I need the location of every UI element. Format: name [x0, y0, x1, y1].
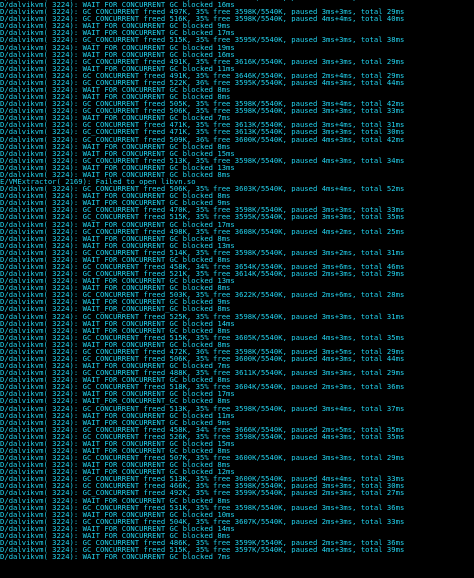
log-line: D/dalvikvm( 3224): GC_CONCURRENT freed 5… [0, 517, 405, 525]
log-line: D/dalvikvm( 3224): GC_CONCURRENT freed 4… [0, 539, 405, 547]
log-line: D/dalvikvm( 3224): GC_CONCURRENT freed 5… [0, 546, 405, 554]
log-line: D/dalvikvm( 3224): WAIT_FOR_CONCURRENT_G… [0, 468, 235, 476]
log-line: D/dalvikvm( 3224): GC_CONCURRENT freed 5… [0, 475, 405, 483]
log-line: D/dalvikvm( 3224): WAIT_FOR_CONCURRENT_G… [0, 234, 231, 242]
log-line: D/dalvikvm( 3224): WAIT_FOR_CONCURRENT_G… [0, 277, 235, 285]
log-line: D/dalvikvm( 3224): GC_CONCURRENT freed 5… [0, 248, 405, 256]
log-line: D/dalvikvm( 3224): GC_CONCURRENT freed 4… [0, 489, 405, 497]
log-line: D/dalvikvm( 3224): WAIT_FOR_CONCURRENT_G… [0, 553, 231, 561]
log-line: D/dalvikvm( 3224): WAIT_FOR_CONCURRENT_G… [0, 510, 235, 518]
log-line: D/dalvikvm( 3224): GC_CONCURRENT freed 4… [0, 369, 405, 377]
log-line: D/dalvikvm( 3224): GC_CONCURRENT freed 5… [0, 107, 405, 115]
log-line: D/dalvikvm( 3224): GC_CONCURRENT freed 4… [0, 206, 405, 214]
log-line: D/dalvikvm( 3224): GC_CONCURRENT freed 4… [0, 482, 405, 490]
log-line: D/dalvikvm( 3224): WAIT_FOR_CONCURRENT_G… [0, 29, 235, 37]
log-line: D/dalvikvm( 3224): GC_CONCURRENT freed 5… [0, 213, 405, 221]
log-line: D/dalvikvm( 3224): WAIT_FOR_CONCURRENT_G… [0, 305, 231, 313]
log-line: D/dalvikvm( 3224): WAIT_FOR_CONCURRENT_G… [0, 93, 231, 101]
log-line: D/dalvikvm( 3224): WAIT_FOR_CONCURRENT_G… [0, 298, 231, 306]
console-output: D/dalvikvm( 3224): GC_CONCURRENT freed 5… [0, 0, 474, 560]
log-line: D/dalvikvm( 3224): WAIT_FOR_CONCURRENT_G… [0, 114, 231, 122]
log-line: D/dalvikvm( 3224): GC_CONCURRENT freed 5… [0, 354, 405, 363]
log-line: D/dalvikvm( 3224): WAIT_FOR_CONCURRENT_G… [0, 170, 231, 179]
log-line: D/dalvikvm( 3224): GC_CONCURRENT freed 5… [0, 78, 405, 87]
log-line: D/dalvikvm( 3224): GC_CONCURRENT freed 5… [0, 312, 405, 320]
log-line: D/dalvikvm( 3224): GC_CONCURRENT freed 4… [0, 227, 405, 235]
log-line: D/dalvikvm( 3224): WAIT_FOR_CONCURRENT_G… [0, 284, 231, 292]
log-line: D/dalvikvm( 3224): WAIT_FOR_CONCURRENT_G… [0, 86, 231, 94]
log-line: D/dalvikvm( 3224): WAIT_FOR_CONCURRENT_G… [0, 326, 231, 334]
log-line: D/dalvikvm( 3224): WAIT_FOR_CONCURRENT_G… [0, 447, 231, 455]
log-line: D/dalvikvm( 3224): GC_CONCURRENT freed 4… [0, 121, 405, 129]
log-line: D/dalvikvm( 3224): WAIT_FOR_CONCURRENT_G… [0, 199, 231, 207]
log-line: D/dalvikvm( 3224): WAIT_FOR_CONCURRENT_G… [0, 22, 231, 30]
log-line: D/dalvikvm( 3224): WAIT_FOR_CONCURRENT_G… [0, 418, 231, 426]
log-line: D/dalvikvm( 3224): WAIT_FOR_CONCURRENT_G… [0, 1, 235, 9]
log-line: D/dalvikvm( 3224): WAIT_FOR_CONCURRENT_G… [0, 149, 235, 157]
log-line: D/dalvikvm( 3224): WAIT_FOR_CONCURRENT_G… [0, 64, 235, 72]
log-line: D/dalvikvm( 3224): GC_CONCURRENT freed 5… [0, 156, 405, 164]
log-line: D/dalvikvm( 3224): GC_CONCURRENT freed 4… [0, 8, 405, 16]
log-line: D/dalvikvm( 3224): WAIT_FOR_CONCURRENT_G… [0, 362, 231, 370]
log-line: D/dalvikvm( 3224): WAIT_FOR_CONCURRENT_G… [0, 390, 235, 398]
log-line: D/dalvikvm( 3224): GC_CONCURRENT freed 4… [0, 425, 405, 433]
log-line: D/dalvikvm( 3224): WAIT_FOR_CONCURRENT_G… [0, 496, 231, 504]
log-line: D/dalvikvm( 3224): GC_CONCURRENT freed 5… [0, 432, 405, 440]
log-line: D/dalvikvm( 3224): GC_CONCURRENT freed 5… [0, 454, 405, 462]
log-line: D/dalvikvm( 3224): WAIT_FOR_CONCURRENT_G… [0, 192, 231, 200]
log-line: D/dalvikvm( 3224): GC_CONCURRENT freed 4… [0, 128, 405, 136]
log-line: D/dalvikvm( 3224): GC_CONCURRENT freed 4… [0, 71, 405, 79]
log-line: D/dalvikvm( 3224): WAIT_FOR_CONCURRENT_G… [0, 50, 235, 58]
log-line: D/dalvikvm( 3224): WAIT_FOR_CONCURRENT_G… [0, 397, 231, 405]
log-line: D/dalvikvm( 3224): GC_CONCURRENT freed 4… [0, 57, 405, 65]
log-line: D/dalvikvm( 3224): GC_CONCURRENT freed 5… [0, 36, 405, 44]
log-line: D/dalvikvm( 3224): WAIT_FOR_CONCURRENT_G… [0, 43, 235, 51]
log-line: D/dalvikvm( 3224): WAIT_FOR_CONCURRENT_G… [0, 142, 231, 150]
log-line: D/dalvikvm( 3224): WAIT_FOR_CONCURRENT_G… [0, 319, 235, 327]
log-line: D/dalvikvm( 3224): GC_CONCURRENT freed 5… [0, 15, 405, 23]
log-line: D/dalvikvm( 3224): GC_CONCURRENT freed 5… [0, 383, 405, 391]
log-line: D/dalvikvm( 3224): WAIT_FOR_CONCURRENT_G… [0, 461, 231, 469]
log-line: D/dalvikvm( 3224): GC_CONCURRENT freed 5… [0, 333, 405, 341]
log-line: D/dalvikvm( 3224): GC_CONCURRENT freed 5… [0, 185, 405, 193]
log-line: D/dalvikvm( 3224): WAIT_FOR_CONCURRENT_G… [0, 439, 235, 447]
log-line: D/dalvikvm( 3224): GC_CONCURRENT freed 4… [0, 347, 405, 355]
log-line: D/dalvikvm( 3224): WAIT_FOR_CONCURRENT_G… [0, 241, 235, 249]
log-line: D/dalvikvm( 3224): WAIT_FOR_CONCURRENT_G… [0, 524, 235, 532]
log-line: D/dalvikvm( 3224): WAIT_FOR_CONCURRENT_G… [0, 220, 235, 228]
log-line: D/dalvikvm( 3224): GC_CONCURRENT freed 5… [0, 404, 405, 412]
log-line: D/dalvikvm( 3224): GC_CONCURRENT freed 4… [0, 262, 405, 271]
log-line: D/dalvikvm( 3224): WAIT_FOR_CONCURRENT_G… [0, 531, 231, 540]
log-line: D/dalvikvm( 3224): GC_CONCURRENT freed 5… [0, 135, 405, 143]
log-line: D/dalvikvm( 3224): GC_CONCURRENT freed 5… [0, 270, 405, 278]
log-line: D/dalvikvm( 3224): WAIT_FOR_CONCURRENT_G… [0, 255, 231, 263]
log-line: E/VMExtractor( 2169): Failed to open lib… [0, 178, 196, 186]
log-line: D/dalvikvm( 3224): WAIT_FOR_CONCURRENT_G… [0, 340, 231, 348]
log-line: D/dalvikvm( 3224): GC_CONCURRENT freed 5… [0, 100, 405, 108]
log-line: D/dalvikvm( 3224): WAIT_FOR_CONCURRENT_G… [0, 376, 231, 384]
log-line: D/dalvikvm( 3224): WAIT_FOR_CONCURRENT_G… [0, 163, 235, 171]
log-line: D/dalvikvm( 3224): WAIT_FOR_CONCURRENT_G… [0, 411, 235, 419]
log-line: D/dalvikvm( 3224): GC_CONCURRENT freed 5… [0, 503, 405, 511]
log-line: D/dalvikvm( 3224): GC_CONCURRENT freed 5… [0, 291, 405, 299]
